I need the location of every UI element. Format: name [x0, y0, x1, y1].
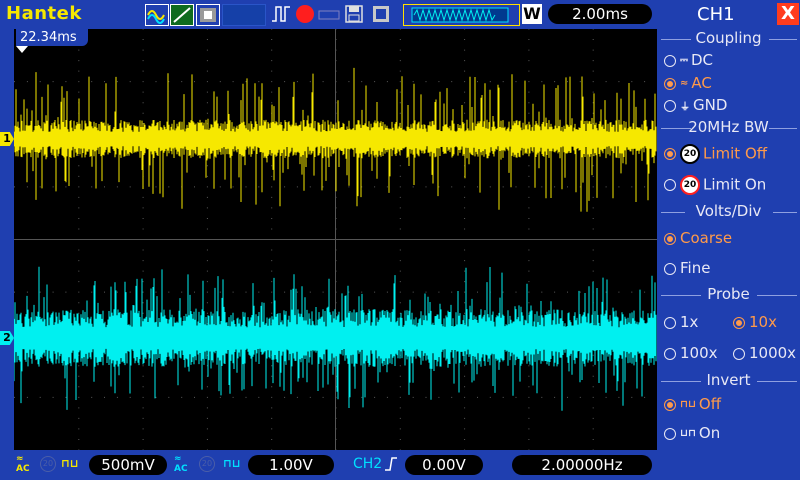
close-button[interactable]: X [777, 3, 799, 25]
timebase-readout[interactable]: 2.00ms [548, 4, 652, 24]
status-bar: ≈ AC 20 ⊓⊔ 500mV ≈ AC 20 ⊓⊔ 1.00V CH2 0.00… [0, 450, 657, 480]
trigger-pulse-icon[interactable] [270, 4, 292, 24]
panel-header: CH1 X [657, 0, 800, 29]
dc-coupling-icon: ⎓ [680, 55, 688, 66]
trigger-level-readout[interactable]: 0.00V [405, 455, 483, 475]
ch2-volts-div-readout[interactable]: 1.00V [248, 455, 334, 475]
probe-group-title: Probe [707, 285, 750, 303]
radio-icon [733, 347, 745, 360]
trigger-time-label: 22.34ms [16, 29, 88, 46]
coupling-group-title: Coupling [695, 29, 762, 47]
volts-div-option-fine[interactable]: Fine [664, 259, 710, 277]
radio-selected-icon [664, 398, 676, 411]
probe-option-1000x[interactable]: 1000x [733, 344, 796, 362]
probe-option-100x[interactable]: 100x [664, 344, 718, 362]
ground-icon: ⏚ [680, 102, 690, 113]
radio-icon [664, 99, 676, 112]
radio-icon [664, 347, 676, 360]
coupling-option-ac[interactable]: ≈ AC [664, 74, 712, 92]
persistence-icon[interactable] [196, 4, 220, 26]
trigger-position-marker[interactable] [16, 46, 28, 53]
record-icon[interactable] [296, 5, 314, 23]
save-icon[interactable] [344, 4, 364, 24]
ch1-ac-coupling-icon: ≈ AC [16, 454, 30, 474]
probe-option-10x[interactable]: 10x [733, 313, 777, 331]
coupling-option-gnd[interactable]: ⏚ GND [664, 96, 727, 114]
graticule-center-axes [14, 29, 657, 450]
invert-option-on[interactable]: ⊔⊓ On [664, 424, 720, 442]
ac-coupling-icon: ≈ [680, 78, 689, 89]
bandwidth-limited-icon: 20 [680, 175, 700, 195]
radio-selected-icon [664, 148, 676, 160]
radio-icon [664, 54, 676, 67]
radio-icon [664, 316, 676, 329]
ch2-bw-limit-icon: 20 [199, 456, 215, 472]
radio-icon [664, 427, 676, 440]
ch2-invert-icon: ⊓⊔ [223, 457, 241, 470]
coupling-option-dc[interactable]: ⎓ DC [664, 51, 713, 69]
invert-off-icon: ⊓⊔ [680, 399, 696, 410]
window-mode-badge[interactable]: W [522, 4, 542, 24]
radio-icon [664, 262, 676, 275]
volts-div-group-title: Volts/Div [695, 202, 762, 220]
ch1-level-marker[interactable]: 1 [0, 132, 14, 146]
memory-icon[interactable] [318, 9, 340, 29]
ch1-bw-limit-icon: 20 [40, 456, 56, 472]
probe-option-1x[interactable]: 1x [664, 313, 698, 331]
ch1-volts-div-readout[interactable]: 500mV [89, 455, 167, 475]
memory-timeline[interactable] [403, 4, 520, 26]
radio-icon [664, 179, 676, 191]
bandwidth-icon: 20 [680, 144, 700, 164]
waveform-mode-icon[interactable] [145, 4, 169, 26]
volts-div-option-coarse[interactable]: Coarse [664, 229, 732, 247]
invert-option-off[interactable]: ⊓⊔ Off [664, 395, 721, 413]
bandwidth-option-limit-on[interactable]: 20 Limit On [664, 175, 766, 195]
invert-on-icon: ⊔⊓ [680, 428, 696, 439]
ch2-ac-coupling-icon: ≈ AC [174, 454, 188, 474]
status-field [222, 4, 266, 26]
brand-logo: Hantek [6, 3, 82, 24]
radio-selected-icon [664, 77, 676, 90]
frequency-readout: 2.00000Hz [512, 455, 652, 475]
rising-edge-icon [385, 457, 397, 471]
waveform-canvas [14, 29, 657, 450]
bandwidth-group-title: 20MHz BW [688, 118, 769, 136]
line-draw-icon[interactable] [170, 4, 194, 26]
panel-title: CH1 [697, 4, 735, 25]
ch2-level-marker[interactable]: 2 [0, 331, 14, 345]
invert-group-title: Invert [706, 371, 751, 389]
channel-settings-panel: CH1 X Coupling ⎓ DC ≈ AC ⏚ GND 20MHz BW 20 L… [657, 0, 800, 480]
lock-icon[interactable] [371, 4, 391, 24]
radio-selected-icon [664, 232, 676, 245]
waveform-display[interactable] [14, 29, 657, 450]
trigger-source-label[interactable]: CH2 [353, 456, 382, 472]
bandwidth-option-limit-off[interactable]: 20 Limit Off [664, 144, 767, 164]
radio-selected-icon [733, 316, 745, 329]
ch1-invert-icon: ⊓⊔ [61, 457, 79, 470]
top-toolbar: Hantek W 2.00ms [0, 0, 657, 29]
